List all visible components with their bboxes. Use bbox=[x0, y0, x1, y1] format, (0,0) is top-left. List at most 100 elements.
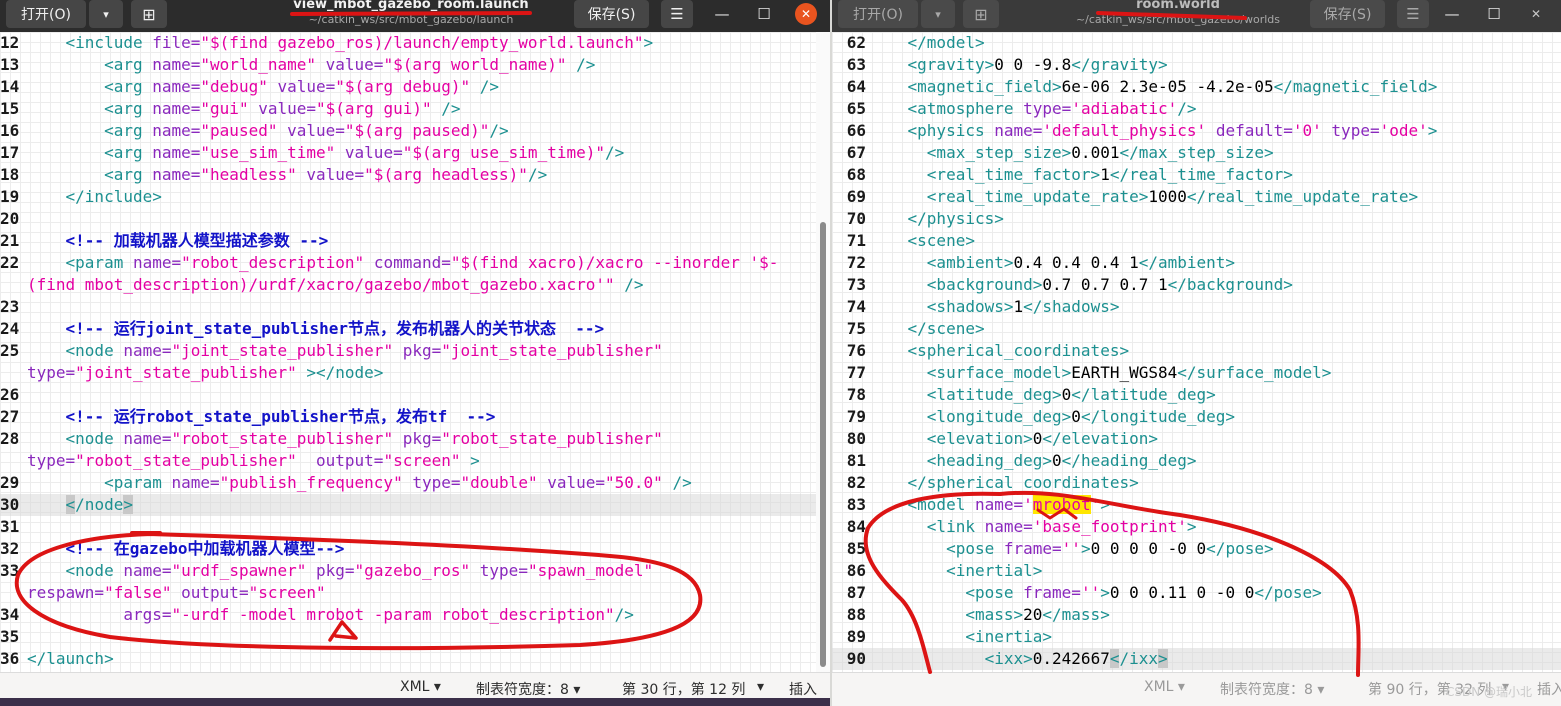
code-line[interactable]: type="joint_state_publisher" ></node> bbox=[0, 362, 830, 384]
code-line[interactable]: 87 <pose frame=''>0 0 0.11 0 -0 0</pose> bbox=[832, 582, 1561, 604]
code-line[interactable]: 82 </spherical_coordinates> bbox=[832, 472, 1561, 494]
code-text[interactable]: (find mbot_description)/urdf/xacro/gazeb… bbox=[27, 274, 644, 296]
code-text[interactable]: <!-- 在gazebo中加载机器人模型--> bbox=[27, 538, 345, 560]
scrollbar-thumb[interactable] bbox=[820, 222, 826, 667]
code-line[interactable]: respawn="false" output="screen" bbox=[0, 582, 830, 604]
code-line[interactable]: 23 bbox=[0, 296, 830, 318]
code-line[interactable]: 70 </physics> bbox=[832, 208, 1561, 230]
code-text[interactable]: <gravity>0 0 -9.8</gravity> bbox=[869, 54, 1168, 76]
code-line[interactable]: 20 bbox=[0, 208, 830, 230]
code-text[interactable]: <ambient>0.4 0.4 0.4 1</ambient> bbox=[869, 252, 1235, 274]
code-text[interactable]: </launch> bbox=[27, 648, 114, 670]
code-line[interactable]: 28 <node name="robot_state_publisher" pk… bbox=[0, 428, 830, 450]
code-text[interactable]: <scene> bbox=[869, 230, 975, 252]
code-text[interactable]: <arg name="headless" value="$(arg headle… bbox=[27, 164, 547, 186]
cursor-position[interactable]: 第 30 行，第 12 列 bbox=[622, 679, 745, 699]
code-text[interactable]: <arg name="gui" value="$(arg gui)" /> bbox=[27, 98, 460, 120]
minimize-icon[interactable]: — bbox=[1441, 3, 1463, 25]
code-editor[interactable]: 62 </model> 63 <gravity>0 0 -9.8</gravity… bbox=[832, 32, 1561, 672]
code-line[interactable]: 21 <!-- 加载机器人模型描述参数 --> bbox=[0, 230, 830, 252]
code-line[interactable]: 80 <elevation>0</elevation> bbox=[832, 428, 1561, 450]
close-icon[interactable]: ✕ bbox=[1525, 3, 1547, 25]
code-text[interactable]: <heading_deg>0</heading_deg> bbox=[869, 450, 1197, 472]
code-text[interactable]: <max_step_size>0.001</max_step_size> bbox=[869, 142, 1274, 164]
code-line[interactable]: (find mbot_description)/urdf/xacro/gazeb… bbox=[0, 274, 830, 296]
tab-width-selector[interactable]: 制表符宽度：8 ▾ bbox=[1220, 679, 1324, 699]
code-text[interactable]: <pose frame=''>0 0 0.11 0 -0 0</pose> bbox=[869, 582, 1321, 604]
code-text[interactable]: <arg name="world_name" value="$(arg worl… bbox=[27, 54, 595, 76]
code-text[interactable]: <background>0.7 0.7 0.7 1</background> bbox=[869, 274, 1293, 296]
new-tab-icon[interactable]: ⊞ bbox=[963, 0, 999, 28]
code-line[interactable]: 18 <arg name="headless" value="$(arg hea… bbox=[0, 164, 830, 186]
code-text[interactable]: </spherical_coordinates> bbox=[869, 472, 1139, 494]
code-text[interactable]: <real_time_factor>1</real_time_factor> bbox=[869, 164, 1293, 186]
code-text[interactable]: <arg name="paused" value="$(arg paused)"… bbox=[27, 120, 509, 142]
code-text[interactable]: <magnetic_field>6e-06 2.3e-05 -4.2e-05</… bbox=[869, 76, 1438, 98]
code-line[interactable]: 16 <arg name="paused" value="$(arg pause… bbox=[0, 120, 830, 142]
code-line[interactable]: 35 bbox=[0, 626, 830, 648]
code-text[interactable]: <!-- 运行robot_state_publisher节点，发布tf --> bbox=[27, 406, 496, 428]
code-text[interactable]: </include> bbox=[27, 186, 162, 208]
code-line[interactable]: 90 <ixx>0.242667</ixx> bbox=[832, 648, 1561, 670]
code-text[interactable]: <!-- 运行joint_state_publisher节点，发布机器人的关节状… bbox=[27, 318, 605, 340]
code-line[interactable]: 36 </launch> bbox=[0, 648, 830, 670]
code-line[interactable]: 74 <shadows>1</shadows> bbox=[832, 296, 1561, 318]
code-text[interactable]: <include file="$(find gazebo_ros)/launch… bbox=[27, 32, 654, 54]
insert-mode-indicator[interactable]: 插入 bbox=[1537, 679, 1561, 699]
code-line[interactable]: 29 <param name="publish_frequency" type=… bbox=[0, 472, 830, 494]
maximize-icon[interactable]: ☐ bbox=[753, 3, 775, 25]
code-text[interactable]: <shadows>1</shadows> bbox=[869, 296, 1120, 318]
save-button[interactable]: 保存(S) bbox=[574, 0, 649, 28]
code-text[interactable]: <!-- 加载机器人模型描述参数 --> bbox=[27, 230, 329, 252]
code-line[interactable]: 86 <inertial> bbox=[832, 560, 1561, 582]
code-line[interactable]: 66 <physics name='default_physics' defau… bbox=[832, 120, 1561, 142]
code-line[interactable]: 62 </model> bbox=[832, 32, 1561, 54]
code-line[interactable]: 71 <scene> bbox=[832, 230, 1561, 252]
code-line[interactable]: 64 <magnetic_field>6e-06 2.3e-05 -4.2e-0… bbox=[832, 76, 1561, 98]
code-line[interactable]: 88 <mass>20</mass> bbox=[832, 604, 1561, 626]
code-text[interactable]: <elevation>0</elevation> bbox=[869, 428, 1158, 450]
code-line[interactable]: 63 <gravity>0 0 -9.8</gravity> bbox=[832, 54, 1561, 76]
code-text[interactable]: <param name="robot_description" command=… bbox=[27, 252, 779, 274]
save-button[interactable]: 保存(S) bbox=[1310, 0, 1385, 28]
minimize-icon[interactable]: — bbox=[711, 3, 733, 25]
code-line[interactable]: 34 args="-urdf -model mrobot -param robo… bbox=[0, 604, 830, 626]
code-line[interactable]: 84 <link name='base_footprint'> bbox=[832, 516, 1561, 538]
code-text[interactable]: <ixx>0.242667</ixx> bbox=[869, 648, 1168, 670]
code-text[interactable]: <node name="robot_state_publisher" pkg="… bbox=[27, 428, 663, 450]
cursor-position-dropdown-icon[interactable]: ▾ bbox=[757, 679, 764, 695]
code-text[interactable]: </model> bbox=[869, 32, 985, 54]
hamburger-menu-icon[interactable]: ☰ bbox=[661, 0, 693, 28]
code-line[interactable]: type="robot_state_publisher" output="scr… bbox=[0, 450, 830, 472]
code-line[interactable]: 69 <real_time_update_rate>1000</real_tim… bbox=[832, 186, 1561, 208]
code-line[interactable]: 83 <model name='mrobot'> bbox=[832, 494, 1561, 516]
code-line[interactable]: 26 bbox=[0, 384, 830, 406]
code-line[interactable]: 89 <inertia> bbox=[832, 626, 1561, 648]
code-line[interactable]: 25 <node name="joint_state_publisher" pk… bbox=[0, 340, 830, 362]
code-text[interactable]: <atmosphere type='adiabatic'/> bbox=[869, 98, 1197, 120]
code-text[interactable]: </node> bbox=[27, 494, 133, 516]
code-line[interactable]: 67 <max_step_size>0.001</max_step_size> bbox=[832, 142, 1561, 164]
code-line[interactable]: 32 <!-- 在gazebo中加载机器人模型--> bbox=[0, 538, 830, 560]
maximize-icon[interactable]: ☐ bbox=[1483, 3, 1505, 25]
code-line[interactable]: 30 </node> bbox=[0, 494, 830, 516]
code-line[interactable]: 22 <param name="robot_description" comma… bbox=[0, 252, 830, 274]
recent-files-dropdown-icon[interactable]: ▾ bbox=[89, 0, 123, 28]
code-text[interactable]: respawn="false" output="screen" bbox=[27, 582, 326, 604]
code-text[interactable]: <physics name='default_physics' default=… bbox=[869, 120, 1438, 142]
code-text[interactable]: <mass>20</mass> bbox=[869, 604, 1110, 626]
code-line[interactable]: 12 <include file="$(find gazebo_ros)/lau… bbox=[0, 32, 830, 54]
code-text[interactable]: </physics> bbox=[869, 208, 1004, 230]
code-line[interactable]: 77 <surface_model>EARTH_WGS84</surface_m… bbox=[832, 362, 1561, 384]
tab-width-selector[interactable]: 制表符宽度：8 ▾ bbox=[476, 679, 580, 699]
code-text[interactable]: <inertial> bbox=[869, 560, 1042, 582]
new-tab-icon[interactable]: ⊞ bbox=[131, 0, 167, 28]
code-line[interactable]: 65 <atmosphere type='adiabatic'/> bbox=[832, 98, 1561, 120]
insert-mode-indicator[interactable]: 插入 bbox=[789, 679, 817, 699]
open-button[interactable]: 打开(O) bbox=[838, 0, 918, 28]
code-text[interactable]: </scene> bbox=[869, 318, 985, 340]
hamburger-menu-icon[interactable]: ☰ bbox=[1397, 0, 1429, 28]
code-line[interactable]: 76 <spherical_coordinates> bbox=[832, 340, 1561, 362]
language-selector[interactable]: XML ▾ bbox=[400, 679, 441, 695]
code-editor[interactable]: 12 <include file="$(find gazebo_ros)/lau… bbox=[0, 32, 830, 672]
